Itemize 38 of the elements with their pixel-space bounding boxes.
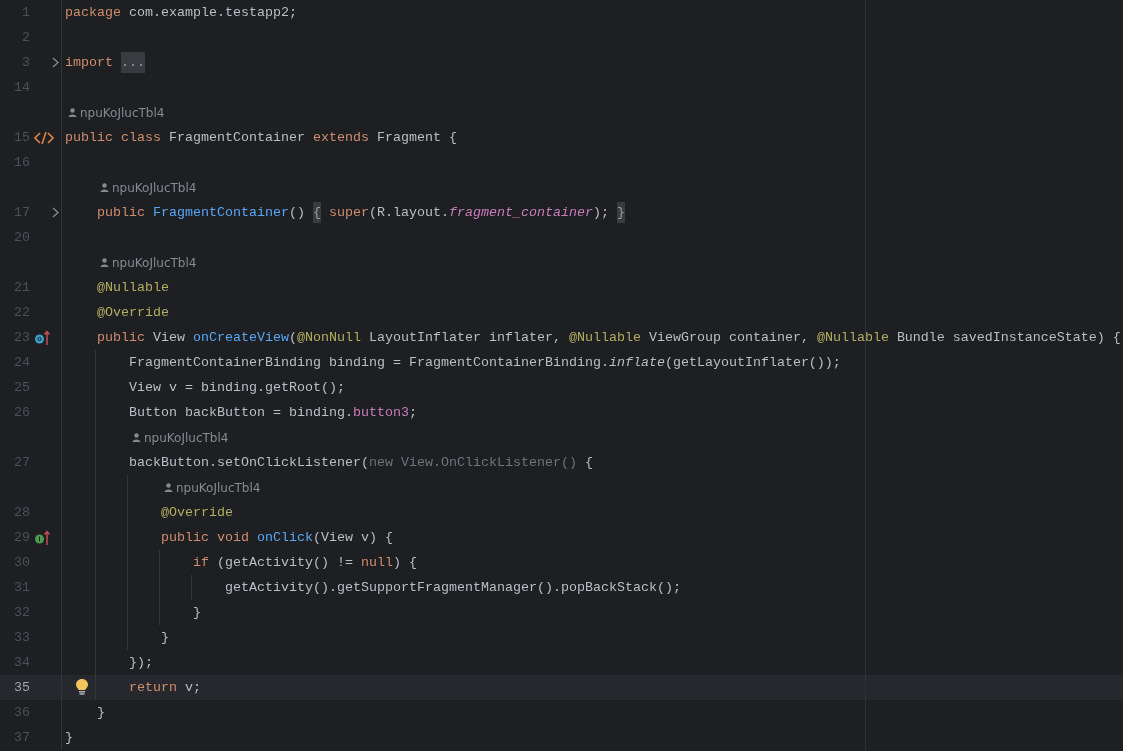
circle-arrow-icon[interactable] (34, 329, 50, 346)
author-hint[interactable]: npuKoJlucTbl4 (176, 480, 261, 495)
author-hint[interactable]: npuKoJlucTbl4 (80, 105, 165, 120)
code-line: public void onClick(View v) { (161, 528, 393, 547)
code-brackets-icon[interactable] (34, 130, 54, 145)
code-line: @Override (97, 303, 169, 322)
code-line: getActivity().getSupportFragmentManager().popBackStack(); (225, 578, 681, 597)
chevron-icon[interactable] (52, 207, 59, 218)
person-icon (132, 433, 141, 442)
code-line: } (65, 728, 73, 747)
code-line: FragmentContainerBinding binding = FragmentContainerBinding.inflate(getLayoutInflater()); (129, 353, 841, 372)
code-line: package com.example.testapp2; (65, 3, 297, 22)
code-line: import ... (65, 53, 145, 72)
circle-arrow-icon[interactable] (34, 529, 50, 546)
code-line: Button backButton = binding.button3; (129, 403, 417, 422)
author-hint[interactable]: npuKoJlucTbl4 (144, 430, 229, 445)
code-line: } (97, 703, 105, 722)
code-line: public FragmentContainer() { super(R.layout.fragment_container); } (97, 203, 625, 222)
code-line: backButton.setOnClickListener(new View.OnClickListener() { (129, 453, 593, 472)
person-icon (68, 108, 77, 117)
code-line: public class FragmentContainer extends Fragment { (65, 128, 457, 147)
code-line: @Override (161, 503, 233, 522)
line-number: 35 (14, 680, 30, 695)
author-hint[interactable]: npuKoJlucTbl4 (112, 255, 197, 270)
person-icon (100, 183, 109, 192)
code-line: return v; (129, 678, 201, 697)
chevron-icon[interactable] (52, 57, 59, 68)
code-line: public View onCreateView(@NonNull LayoutInflater inflater, @Nullable ViewGroup container, @Nullable Bundle savedInstanceState) { (97, 328, 1121, 347)
code-line: } (193, 603, 201, 622)
code-line: if (getActivity() != null) { (193, 553, 417, 572)
person-icon (100, 258, 109, 267)
code-line: }); (129, 653, 153, 672)
code-line: View v = binding.getRoot(); (129, 378, 345, 397)
person-icon (164, 483, 173, 492)
lightbulb-icon[interactable] (75, 678, 89, 696)
code-line: } (161, 628, 169, 647)
author-hint[interactable]: npuKoJlucTbl4 (112, 180, 197, 195)
code-line: @Nullable (97, 278, 169, 297)
